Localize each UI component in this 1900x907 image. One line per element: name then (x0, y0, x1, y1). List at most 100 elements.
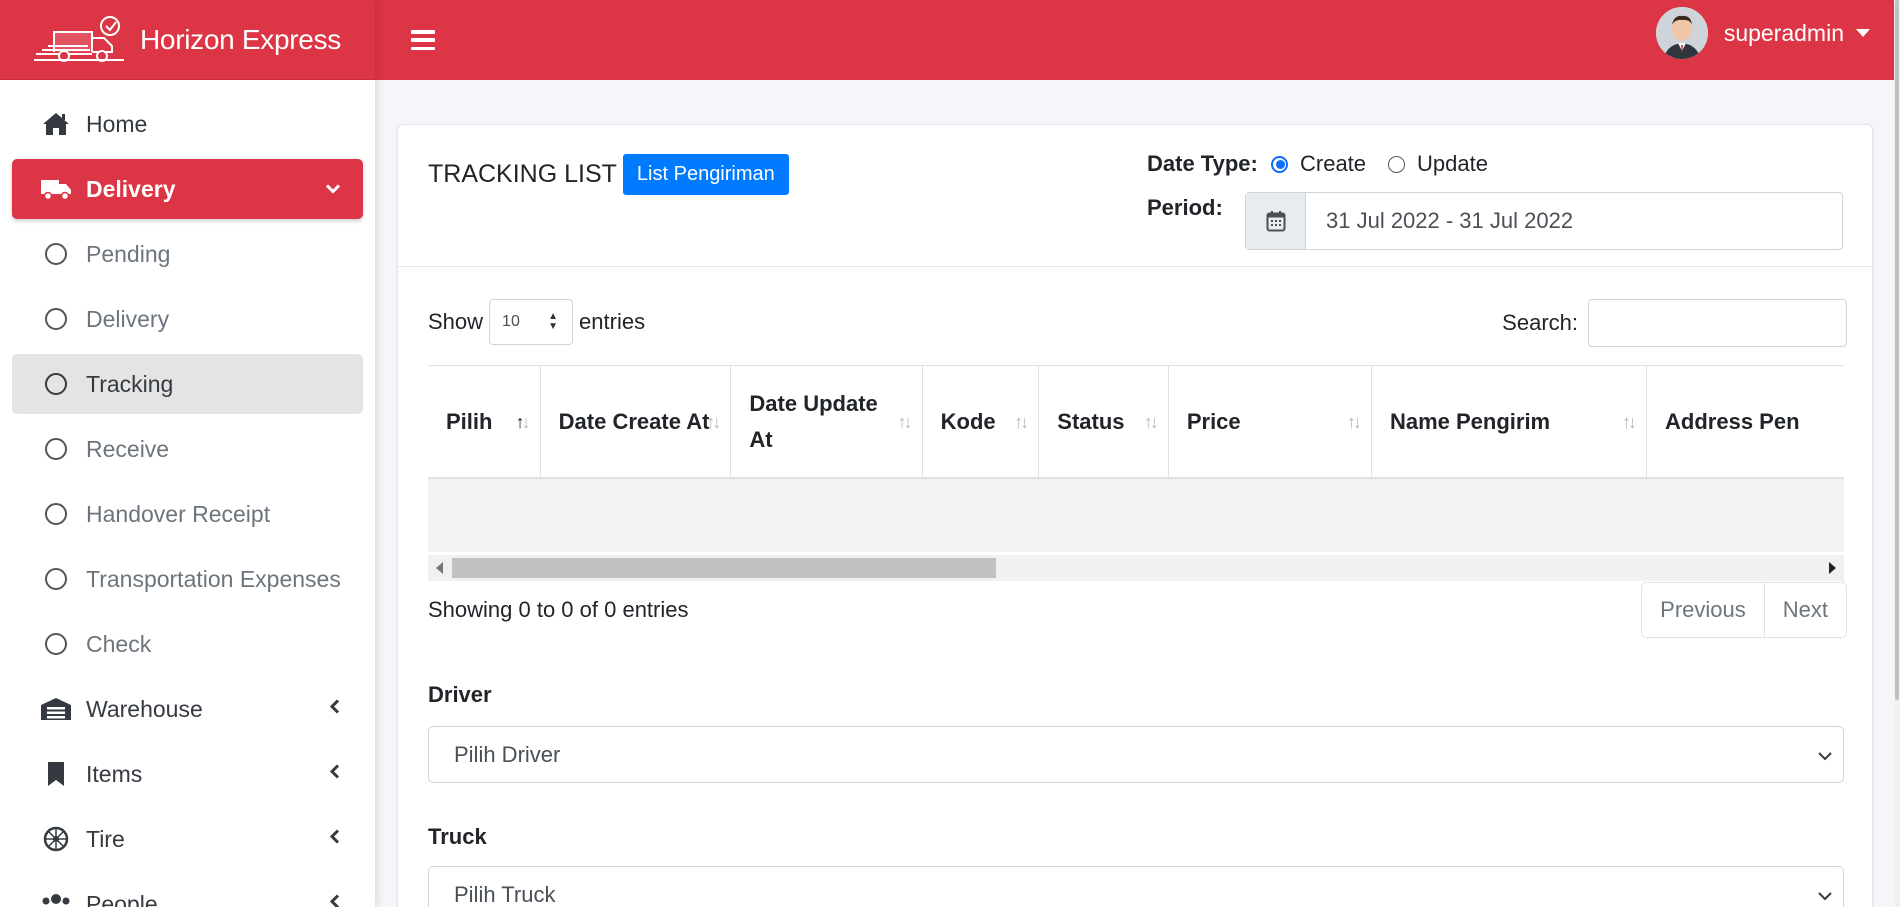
date-type-create-radio[interactable]: Create (1271, 151, 1366, 177)
sidebar-item-label: Home (86, 110, 148, 137)
column-label: Date Update At (749, 390, 878, 452)
sidebar-item-pending[interactable]: Pending (12, 224, 363, 284)
menu-toggle-icon[interactable] (411, 30, 435, 50)
sidebar-item-label: Delivery (86, 175, 176, 202)
column-header-name-pengirim[interactable]: Name Pengirim ↑↓ (1371, 366, 1648, 479)
caret-down-icon (1856, 29, 1870, 37)
scroll-right-icon[interactable] (1829, 562, 1836, 574)
sidebar-item-people[interactable]: People (12, 874, 363, 907)
sidebar-item-label: Items (86, 760, 143, 787)
truck-select[interactable]: Pilih Truck (428, 866, 1844, 907)
scrollbar-thumb[interactable] (452, 558, 996, 578)
previous-button[interactable]: Previous (1642, 583, 1764, 637)
chevron-left-icon (329, 699, 341, 720)
truck-select-value: Pilih Truck (454, 881, 556, 907)
chevron-left-icon (329, 764, 341, 785)
sort-icon: ↑↓ (1622, 411, 1637, 432)
chevron-down-icon (1817, 742, 1833, 768)
entries-select[interactable]: 10 ▲ ▼ (489, 299, 574, 345)
column-header-status[interactable]: Status ↑↓ (1038, 366, 1169, 479)
tracking-table: Pilih ↑↓ Date Create At ↑↓ Date Update A… (428, 366, 1844, 552)
entries-length-control: Show 10 ▲ ▼ entries (428, 299, 645, 345)
sidebar-item-label: Handover Receipt (86, 500, 271, 527)
empty-cell (428, 478, 1844, 552)
circle-icon (40, 305, 72, 333)
circle-icon (40, 370, 72, 398)
sort-icon: ↑↓ (1014, 411, 1029, 432)
tracking-card: TRACKING LIST List Pengiriman Date Type:… (397, 124, 1873, 907)
column-label: Pilih (446, 408, 493, 434)
search-control: Search: (1502, 299, 1847, 347)
sidebar-item-delivery[interactable]: Delivery (12, 159, 363, 219)
column-header-date-update[interactable]: Date Update At ↑↓ (730, 366, 923, 479)
warehouse-icon (40, 695, 72, 723)
chevron-left-icon (329, 829, 341, 850)
sidebar-item-transportation-expenses[interactable]: Transportation Expenses (12, 549, 363, 609)
tire-icon (40, 825, 72, 853)
date-type-label: Date Type: (1147, 151, 1258, 176)
sidebar-item-tracking[interactable]: Tracking (12, 354, 363, 414)
sidebar: Horizon Express Home Delivery Pending De… (0, 0, 375, 907)
circle-icon (40, 435, 72, 463)
circle-icon (40, 240, 72, 268)
sidebar-item-tire[interactable]: Tire (12, 809, 363, 869)
up-down-icon: ▲ ▼ (548, 311, 559, 332)
column-label: Kode (940, 408, 996, 434)
sidebar-item-warehouse[interactable]: Warehouse (12, 679, 363, 739)
column-header-price[interactable]: Price ↑↓ (1168, 366, 1372, 479)
radio-label: Create (1300, 151, 1367, 176)
chevron-down-icon (1817, 882, 1833, 907)
list-pengiriman-button[interactable]: List Pengiriman (622, 154, 789, 195)
bookmark-icon (40, 760, 72, 788)
sidebar-item-label: Delivery (86, 305, 170, 332)
sidebar-item-label: Receive (86, 435, 170, 462)
column-header-pilih[interactable]: Pilih ↑↓ (428, 366, 541, 479)
users-icon (40, 890, 72, 907)
page-title-text: TRACKING LIST (428, 160, 617, 188)
date-type-update-radio[interactable]: Update (1388, 151, 1488, 177)
sidebar-item-label: People (86, 890, 158, 907)
period-date-range-input[interactable]: 31 Jul 2022 - 31 Jul 2022 (1245, 192, 1843, 250)
period-value: 31 Jul 2022 - 31 Jul 2022 (1326, 208, 1574, 233)
truck-logo-icon (34, 15, 124, 62)
date-type-group: Date Type: Create Update (1147, 151, 1510, 177)
column-header-kode[interactable]: Kode ↑↓ (922, 366, 1040, 479)
circle-icon (40, 565, 72, 593)
circle-icon (40, 630, 72, 658)
column-label: Date Create At (558, 408, 710, 434)
table-row (428, 478, 1844, 552)
search-label: Search: (1502, 310, 1578, 335)
sidebar-item-handover-receipt[interactable]: Handover Receipt (12, 484, 363, 544)
sort-icon: ↑↓ (706, 411, 721, 432)
page-scrollbar[interactable] (1894, 0, 1900, 907)
radio-unselected-icon (1388, 155, 1406, 173)
chevron-down-icon (325, 179, 341, 200)
page-title: TRACKING LIST List Pengiriman (428, 154, 789, 195)
sidebar-item-receive[interactable]: Receive (12, 419, 363, 479)
sidebar-item-delivery-list[interactable]: Delivery (12, 289, 363, 349)
table-info: Showing 0 to 0 of 0 entries (428, 597, 689, 622)
driver-select[interactable]: Pilih Driver (428, 726, 1844, 783)
column-header-address-pengirim[interactable]: Address Pen (1646, 366, 1844, 479)
table-horizontal-scrollbar[interactable] (428, 555, 1844, 581)
sidebar-item-home[interactable]: Home (12, 94, 363, 154)
entries-value: 10 (502, 313, 520, 330)
calendar-icon (1246, 193, 1306, 249)
column-header-date-create[interactable]: Date Create At ↑↓ (540, 366, 732, 479)
sort-icon: ↑↓ (1143, 411, 1159, 432)
brand[interactable]: Horizon Express (0, 0, 375, 80)
sort-icon: ↑↓ (1346, 411, 1362, 432)
sidebar-item-items[interactable]: Items (12, 744, 363, 804)
sort-asc-icon: ↑↓ (515, 411, 531, 432)
column-label: Name Pengirim (1389, 408, 1551, 434)
scroll-left-icon[interactable] (436, 562, 443, 574)
user-menu[interactable]: superadmin (1655, 0, 1870, 66)
truck-icon (40, 175, 72, 203)
next-button[interactable]: Next (1763, 583, 1846, 637)
chevron-left-icon (329, 894, 341, 907)
search-input[interactable] (1588, 299, 1847, 347)
avatar (1655, 7, 1708, 59)
sidebar-item-label: Tire (86, 825, 125, 852)
sidebar-item-check[interactable]: Check (12, 614, 363, 674)
show-label: Show (428, 309, 484, 334)
